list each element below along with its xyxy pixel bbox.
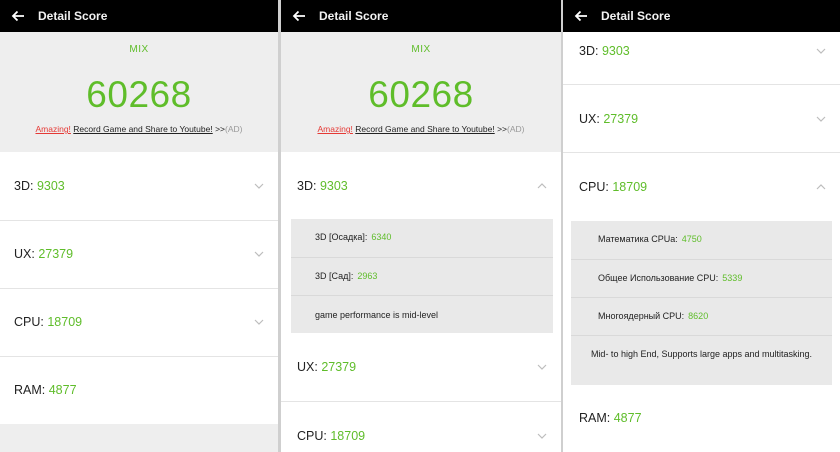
chevron-down-icon [537,433,547,439]
top-bar: Detail Score [281,0,561,32]
detail-item: 3D [Сад]: 2963 [291,258,553,296]
score-ram-value: 4877 [613,411,642,425]
score-ram-value: 4877 [48,383,77,397]
detail-label: Общее Использование CPU: [598,273,719,283]
promo-amazing[interactable]: Amazing! [35,124,70,134]
page-title: Detail Score [601,9,671,23]
promo-link[interactable]: Amazing! Record Game and Share to Youtub… [281,124,561,134]
chevron-down-icon [537,364,547,370]
divider [571,335,832,336]
score-3d-value: 9303 [601,44,630,58]
score-cpu-value: 18709 [330,429,366,443]
detail-item: Общее Использование CPU: 5339 [571,260,832,298]
promo-arrows: >> [497,124,508,134]
score-cpu-label: CPU: [579,180,609,194]
score-row-cpu[interactable]: CPU: 18709 [0,289,278,356]
divider [291,295,553,296]
page-title: Detail Score [38,9,108,23]
back-arrow-icon[interactable] [573,8,589,24]
score-row-ux[interactable]: UX: 27379 [0,221,278,288]
detail-label: Многоядерный CPU: [598,311,685,321]
detail-label: Математика CPUa: [598,234,678,244]
total-score-card: MIX 60268 Amazing! Record Game and Share… [0,32,278,152]
score-row-ram[interactable]: RAM: 4877 [0,357,278,424]
score-row-3d[interactable]: 3D: 9303 [563,32,840,84]
performance-note: game performance is mid-level [315,310,439,320]
back-arrow-icon[interactable] [291,8,307,24]
top-bar: Detail Score [563,0,840,32]
cpu-details-panel: Математика CPUa: 4750 Общее Использование… [571,221,832,385]
score-ux-label: UX: [579,112,600,126]
score-mode-label: MIX [129,44,149,55]
score-row-ux[interactable]: UX: 27379 [281,334,561,401]
score-3d-value: 9303 [319,179,348,193]
chevron-up-icon [816,184,826,190]
detail-value: 4750 [681,234,702,244]
detail-value: 2963 [357,271,378,281]
detail-value: 8620 [688,311,709,321]
promo-ad-tag: (AD) [225,124,243,134]
detail-value: 5339 [722,273,743,283]
chevron-up-icon [537,183,547,189]
detail-label: 3D [Сад]: [315,271,354,281]
chevron-down-icon [254,319,264,325]
promo-arrows: >> [215,124,226,134]
total-score: 60268 [86,74,192,115]
detail-score-screen-3: Detail Score 3D: 9303 UX: 27379 CPU: 187… [563,0,840,452]
performance-note: Mid- to high End, Supports large apps an… [590,349,813,359]
chevron-down-icon [254,183,264,189]
score-ram-label: RAM: [579,411,611,425]
promo-ad-tag: (AD) [507,124,525,134]
chevron-down-icon [816,48,826,54]
score-row-3d[interactable]: 3D: 9303 [0,152,278,220]
score-3d-label: 3D: [297,179,317,193]
score-cpu-label: CPU: [297,429,327,443]
detail-label: 3D [Осадка]: [315,232,368,242]
score-ux-value: 27379 [603,112,639,126]
score-ux-value: 27379 [38,247,74,261]
detail-score-screen-2: Detail Score MIX 60268 Amazing! Record G… [281,0,561,452]
detail-score-screen-1: Detail Score MIX 60268 Amazing! Record G… [0,0,278,452]
score-row-ux[interactable]: UX: 27379 [563,85,840,152]
score-ux-value: 27379 [321,360,357,374]
score-cpu-label: CPU: [14,315,44,329]
promo-record-link[interactable]: Record Game and Share to Youtube! [73,124,212,134]
promo-record-link[interactable]: Record Game and Share to Youtube! [355,124,494,134]
score-row-cpu[interactable]: CPU: 18709 [563,153,840,221]
score-mode-label: MIX [411,44,431,55]
promo-amazing[interactable]: Amazing! [317,124,352,134]
detail-value: 6340 [371,232,392,242]
score-3d-label: 3D: [14,179,34,193]
score-row-cpu[interactable]: CPU: 18709 [281,402,561,452]
3d-details-panel: 3D [Осадка]: 6340 3D [Сад]: 2963 game perf… [291,219,553,333]
score-ux-label: UX: [297,360,318,374]
score-row-3d[interactable]: 3D: 9303 [281,152,561,219]
total-score-card: MIX 60268 Amazing! Record Game and Share… [281,32,561,152]
page-title: Detail Score [319,9,389,23]
back-arrow-icon[interactable] [10,8,26,24]
score-3d-value: 9303 [36,179,65,193]
score-ram-label: RAM: [14,383,46,397]
detail-item: Многоядерный CPU: 8620 [571,298,832,336]
detail-item: 3D [Осадка]: 6340 [291,219,553,257]
top-bar: Detail Score [0,0,278,32]
detail-item: Математика CPUa: 4750 [571,221,832,259]
promo-link[interactable]: Amazing! Record Game and Share to Youtub… [0,124,278,134]
chevron-down-icon [816,116,826,122]
chevron-down-icon [254,251,264,257]
score-cpu-value: 18709 [47,315,83,329]
score-cpu-value: 18709 [612,180,648,194]
score-3d-label: 3D: [579,44,599,58]
total-score: 60268 [368,74,474,115]
bottom-spacer [0,424,278,452]
score-row-ram[interactable]: RAM: 4877 [563,385,840,452]
score-ux-label: UX: [14,247,35,261]
